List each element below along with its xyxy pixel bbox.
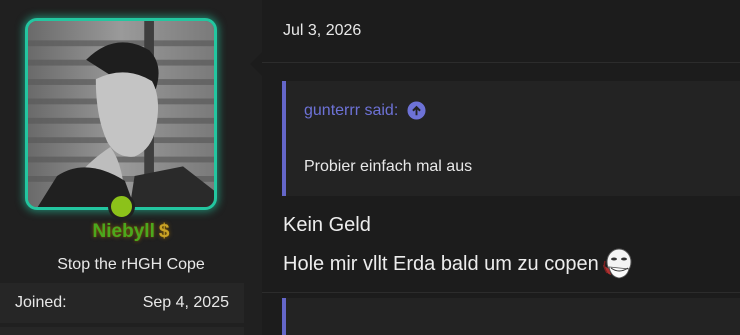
header-divider (262, 62, 740, 63)
user-title: Stop the rHGH Cope (57, 256, 205, 273)
quote-block: gunterrr said: Probier einfach mal aus (282, 81, 740, 196)
message-line: Kein Geld (283, 214, 371, 236)
user-sidebar: Niebyll $ Stop the rHGH Cope Joined: Sep … (0, 0, 262, 335)
quote-text: Probier einfach mal aus (304, 158, 473, 175)
message-body: Jul 3, 2026 gunterrr said: Probier einfa… (262, 0, 740, 335)
quote-attribution[interactable]: gunterrr said: (304, 101, 426, 120)
next-quote-block (282, 298, 740, 335)
message-line: Hole mir vllt Erda bald um zu copen (283, 252, 599, 275)
post-date[interactable]: Jul 3, 2026 (283, 22, 361, 40)
joined-value: Sep 4, 2025 (142, 294, 229, 311)
username[interactable]: Niebyll $ (0, 221, 262, 243)
online-status-indicator (108, 193, 135, 220)
quote-author[interactable]: gunterrr said: (304, 102, 398, 120)
message-pointer-arrow (250, 52, 262, 76)
avatar-image (28, 21, 214, 207)
dollar-badge-icon: $ (158, 221, 170, 242)
avatar[interactable] (25, 18, 217, 210)
message-divider (262, 292, 740, 293)
message-line-with-emoji: Hole mir vllt Erda bald um zu copen (283, 247, 633, 281)
sidebar-extra-row (0, 327, 244, 335)
username-text[interactable]: Niebyll (93, 221, 155, 242)
arrow-up-circle-icon[interactable] (407, 101, 426, 120)
joined-row: Joined: Sep 4, 2025 (0, 283, 244, 323)
troll-face-emoji-icon (602, 248, 632, 279)
joined-label: Joined: (15, 294, 67, 311)
